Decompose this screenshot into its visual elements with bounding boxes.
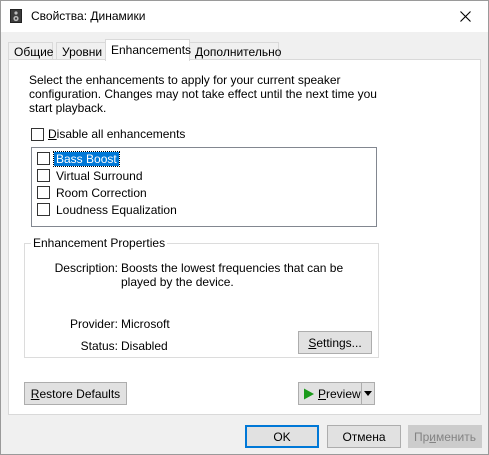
list-item-label: Bass Boost — [53, 150, 120, 167]
tab-enhancements[interactable]: Enhancements — [105, 39, 192, 61]
settings-button[interactable]: Settings... — [298, 331, 372, 354]
tab-label: Дополнительно — [195, 45, 282, 59]
cancel-label: Отмена — [342, 429, 386, 444]
list-item-loudness-equalization[interactable]: Loudness Equalization — [37, 201, 179, 218]
close-icon — [459, 11, 471, 22]
checkbox-box[interactable] — [31, 127, 44, 141]
preview-button[interactable]: Preview — [298, 382, 362, 405]
status-value: Disabled — [121, 339, 168, 353]
status-label: Status: — [80, 339, 118, 353]
apply-label: Применить — [413, 429, 477, 444]
restore-defaults-label: Restore Defaults — [30, 386, 121, 401]
close-button[interactable] — [442, 1, 488, 32]
chevron-down-icon — [364, 391, 372, 396]
list-item-room-correction[interactable]: Room Correction — [37, 184, 149, 201]
list-item-label: Virtual Surround — [56, 168, 143, 183]
enhancements-list[interactable]: Bass Boost Virtual Surround Room Correct… — [31, 147, 377, 227]
checkbox-box[interactable] — [37, 203, 50, 216]
play-icon — [304, 388, 314, 399]
tab-label: Общие — [14, 45, 54, 59]
ok-button[interactable]: OK — [245, 425, 319, 448]
checkbox-box[interactable] — [37, 186, 50, 199]
tab-label: Уровни — [62, 45, 103, 59]
title-bar: Свойства: Динамики — [1, 1, 488, 32]
list-item-bass-boost[interactable]: Bass Boost — [37, 150, 120, 167]
enhancements-description: Select the enhancements to apply for you… — [29, 73, 377, 115]
enhancement-properties-group: Enhancement Properties Description: Boos… — [24, 236, 379, 358]
ok-label: OK — [273, 429, 291, 444]
preview-label: Preview — [318, 386, 361, 401]
group-title: Enhancement Properties — [31, 236, 168, 250]
settings-label: Settings... — [308, 335, 362, 350]
provider-value: Microsoft — [121, 317, 170, 331]
tab-strip: Общие Уровни Enhancements Дополнительно — [8, 39, 483, 61]
checkbox-box[interactable] — [37, 169, 50, 182]
tab-label: Enhancements — [111, 43, 192, 57]
disable-all-label: Disable all enhancements — [48, 127, 186, 141]
list-item-label: Room Correction — [56, 185, 147, 200]
cancel-button[interactable]: Отмена — [327, 425, 401, 448]
apply-button[interactable]: Применить — [408, 425, 482, 448]
disable-all-checkbox[interactable]: Disable all enhancements — [31, 127, 185, 141]
provider-label: Provider: — [69, 317, 118, 331]
restore-defaults-button[interactable]: Restore Defaults — [24, 382, 127, 405]
list-item-virtual-surround[interactable]: Virtual Surround — [37, 167, 145, 184]
description-label: Description: — [54, 261, 118, 275]
properties-window: Свойства: Динамики Общие Уровни Enhancem… — [0, 0, 489, 455]
checkbox-box[interactable] — [37, 152, 50, 165]
speaker-icon — [10, 9, 22, 23]
description-value: Boosts the lowest frequencies that can b… — [121, 261, 344, 289]
list-item-label: Loudness Equalization — [56, 202, 177, 217]
enhancements-panel: Select the enhancements to apply for you… — [8, 59, 481, 415]
window-title: Свойства: Динамики — [31, 9, 146, 23]
preview-dropdown-button[interactable] — [361, 382, 375, 405]
